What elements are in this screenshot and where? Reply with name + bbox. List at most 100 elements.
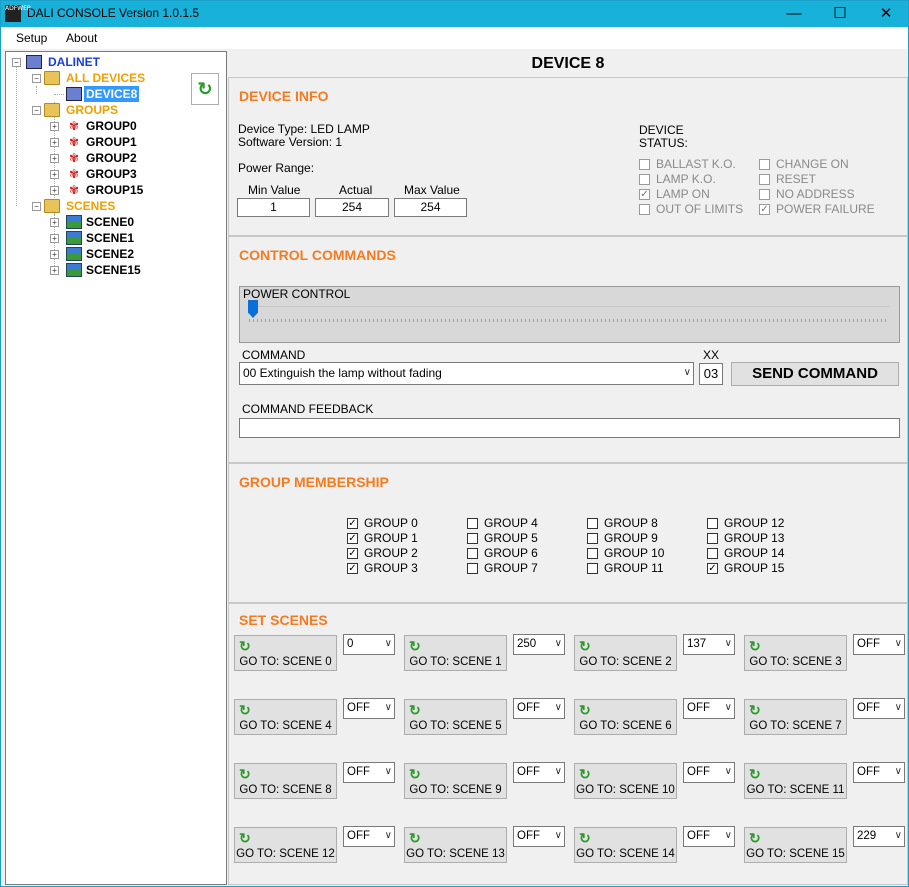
status-checkbox[interactable] bbox=[639, 204, 650, 215]
scene-level-select[interactable]: OFF ∨ bbox=[513, 826, 565, 847]
expand-toggle-icon[interactable]: + bbox=[50, 250, 59, 259]
menu-setup[interactable]: Setup bbox=[16, 31, 47, 45]
tree-device8[interactable]: DEVICE8 bbox=[84, 86, 140, 102]
scene-level-select[interactable]: OFF ∨ bbox=[513, 698, 565, 719]
group-membership-checkbox[interactable] bbox=[587, 563, 598, 574]
go-to-scene-button[interactable]: ↻ GO TO: SCENE 12 bbox=[234, 827, 337, 863]
expand-toggle-icon[interactable]: + bbox=[50, 122, 59, 131]
go-to-scene-button[interactable]: ↻ GO TO: SCENE 3 bbox=[744, 635, 847, 671]
scene-level-select[interactable]: OFF ∨ bbox=[853, 762, 905, 783]
tree-scene[interactable]: SCENE15 bbox=[86, 262, 141, 278]
status-checkbox[interactable] bbox=[759, 174, 770, 185]
tree-group[interactable]: GROUP0 bbox=[86, 118, 137, 134]
tree-group[interactable]: GROUP15 bbox=[86, 182, 143, 198]
expand-toggle-icon[interactable]: + bbox=[50, 154, 59, 163]
go-to-scene-button[interactable]: ↻ GO TO: SCENE 13 bbox=[404, 827, 507, 863]
expand-toggle-icon[interactable]: + bbox=[50, 186, 59, 195]
tree-groups[interactable]: GROUPS bbox=[66, 102, 118, 118]
command-feedback-field[interactable] bbox=[239, 418, 900, 438]
scene-level-select[interactable]: 0 ∨ bbox=[343, 634, 395, 655]
group-membership-checkbox[interactable] bbox=[707, 548, 718, 559]
status-checkbox[interactable] bbox=[759, 189, 770, 200]
status-checkbox[interactable]: ✓ bbox=[759, 204, 770, 215]
scene-level-select[interactable]: OFF ∨ bbox=[343, 826, 395, 847]
expand-toggle-icon[interactable]: − bbox=[32, 106, 41, 115]
close-button[interactable]: ✕ bbox=[863, 1, 909, 27]
status-checkbox[interactable] bbox=[639, 174, 650, 185]
scene-level-select[interactable]: OFF ∨ bbox=[683, 826, 735, 847]
group-membership-checkbox[interactable]: ✓ bbox=[347, 533, 358, 544]
tree-group[interactable]: GROUP3 bbox=[86, 166, 137, 182]
go-to-scene-button[interactable]: ↻ GO TO: SCENE 15 bbox=[744, 827, 847, 863]
tree-group[interactable]: GROUP1 bbox=[86, 134, 137, 150]
group-membership-checkbox[interactable] bbox=[467, 548, 478, 559]
tree-group[interactable]: GROUP2 bbox=[86, 150, 137, 166]
group-membership-checkbox[interactable] bbox=[707, 518, 718, 529]
scene-level-select[interactable]: OFF ∨ bbox=[343, 762, 395, 783]
xx-value-field[interactable]: 03 bbox=[699, 363, 723, 385]
status-checkbox[interactable] bbox=[639, 159, 650, 170]
refresh-tree-button[interactable]: ↻ bbox=[191, 73, 219, 105]
status-checkbox[interactable] bbox=[759, 159, 770, 170]
go-to-scene-button[interactable]: ↻ GO TO: SCENE 10 bbox=[574, 763, 677, 799]
min-value-field[interactable]: 1 bbox=[237, 198, 310, 217]
group-membership-checkbox[interactable] bbox=[587, 548, 598, 559]
maximize-button[interactable]: ☐ bbox=[817, 1, 863, 27]
expand-toggle-icon[interactable]: + bbox=[50, 138, 59, 147]
scene-level-select[interactable]: OFF ∨ bbox=[513, 762, 565, 783]
scene-level-select[interactable]: OFF ∨ bbox=[683, 762, 735, 783]
go-to-scene-button[interactable]: ↻ GO TO: SCENE 9 bbox=[404, 763, 507, 799]
status-checkbox[interactable]: ✓ bbox=[639, 189, 650, 200]
group-membership-checkbox[interactable] bbox=[707, 533, 718, 544]
expand-toggle-icon[interactable]: + bbox=[50, 266, 59, 275]
expand-toggle-icon[interactable]: − bbox=[32, 202, 41, 211]
go-to-scene-button[interactable]: ↻ GO TO: SCENE 2 bbox=[574, 635, 677, 671]
scene-level-select[interactable]: OFF ∨ bbox=[853, 634, 905, 655]
go-to-scene-button[interactable]: ↻ GO TO: SCENE 14 bbox=[574, 827, 677, 863]
tree-scene[interactable]: SCENE0 bbox=[86, 214, 134, 230]
go-to-scene-button[interactable]: ↻ GO TO: SCENE 11 bbox=[744, 763, 847, 799]
expand-toggle-icon[interactable]: + bbox=[50, 218, 59, 227]
actual-value-field[interactable]: 254 bbox=[315, 198, 389, 217]
scene-level-select[interactable]: OFF ∨ bbox=[853, 698, 905, 719]
go-to-scene-button[interactable]: ↻ GO TO: SCENE 7 bbox=[744, 699, 847, 735]
group-membership-checkbox[interactable] bbox=[587, 533, 598, 544]
go-to-scene-button[interactable]: ↻ GO TO: SCENE 1 bbox=[404, 635, 507, 671]
command-select[interactable]: 00 Extinguish the lamp without fading ∨ bbox=[239, 362, 694, 385]
expand-toggle-icon[interactable]: − bbox=[12, 58, 21, 67]
go-to-scene-button[interactable]: ↻ GO TO: SCENE 5 bbox=[404, 699, 507, 735]
group-membership-checkbox[interactable]: ✓ bbox=[347, 548, 358, 559]
group-membership-checkbox[interactable] bbox=[467, 518, 478, 529]
group-membership-checkbox[interactable]: ✓ bbox=[347, 518, 358, 529]
scene-level-select[interactable]: 137 ∨ bbox=[683, 634, 735, 655]
expand-toggle-icon[interactable]: − bbox=[32, 74, 41, 83]
group-membership-checkbox[interactable] bbox=[587, 518, 598, 529]
device-tree[interactable]: − DALINET − ALL DEVICES DEVICE8 − GROUPS… bbox=[5, 51, 227, 885]
tree-scene[interactable]: SCENE1 bbox=[86, 230, 134, 246]
scene-level-select[interactable]: 229 ∨ bbox=[853, 826, 905, 847]
scene-level-select[interactable]: 250 ∨ bbox=[513, 634, 565, 655]
go-to-scene-button[interactable]: ↻ GO TO: SCENE 4 bbox=[234, 699, 337, 735]
expand-toggle-icon[interactable]: + bbox=[50, 234, 59, 243]
minimize-button[interactable]: — bbox=[771, 1, 817, 27]
menu-about[interactable]: About bbox=[66, 31, 97, 45]
send-command-button[interactable]: SEND COMMAND bbox=[731, 362, 899, 386]
tree-scenes[interactable]: SCENES bbox=[66, 198, 115, 214]
slider-thumb[interactable] bbox=[248, 300, 258, 318]
tree-root-dalinet[interactable]: DALINET bbox=[48, 54, 100, 70]
group-membership-checkbox[interactable]: ✓ bbox=[707, 563, 718, 574]
go-to-scene-button[interactable]: ↻ GO TO: SCENE 8 bbox=[234, 763, 337, 799]
title-bar[interactable]: ADFWEB DALI CONSOLE Version 1.0.1.5 — ☐ … bbox=[1, 1, 908, 27]
expand-toggle-icon[interactable]: + bbox=[50, 170, 59, 179]
group-membership-checkbox[interactable]: ✓ bbox=[347, 563, 358, 574]
group-membership-checkbox[interactable] bbox=[467, 533, 478, 544]
max-value-field[interactable]: 254 bbox=[394, 198, 467, 217]
group-membership-checkbox[interactable] bbox=[467, 563, 478, 574]
go-to-scene-button[interactable]: ↻ GO TO: SCENE 6 bbox=[574, 699, 677, 735]
tree-scene[interactable]: SCENE2 bbox=[86, 246, 134, 262]
scene-level-select[interactable]: OFF ∨ bbox=[683, 698, 735, 719]
tree-all-devices[interactable]: ALL DEVICES bbox=[66, 70, 145, 86]
power-control-slider[interactable]: POWER CONTROL bbox=[239, 286, 900, 343]
go-to-scene-button[interactable]: ↻ GO TO: SCENE 0 bbox=[234, 635, 337, 671]
scene-level-select[interactable]: OFF ∨ bbox=[343, 698, 395, 719]
